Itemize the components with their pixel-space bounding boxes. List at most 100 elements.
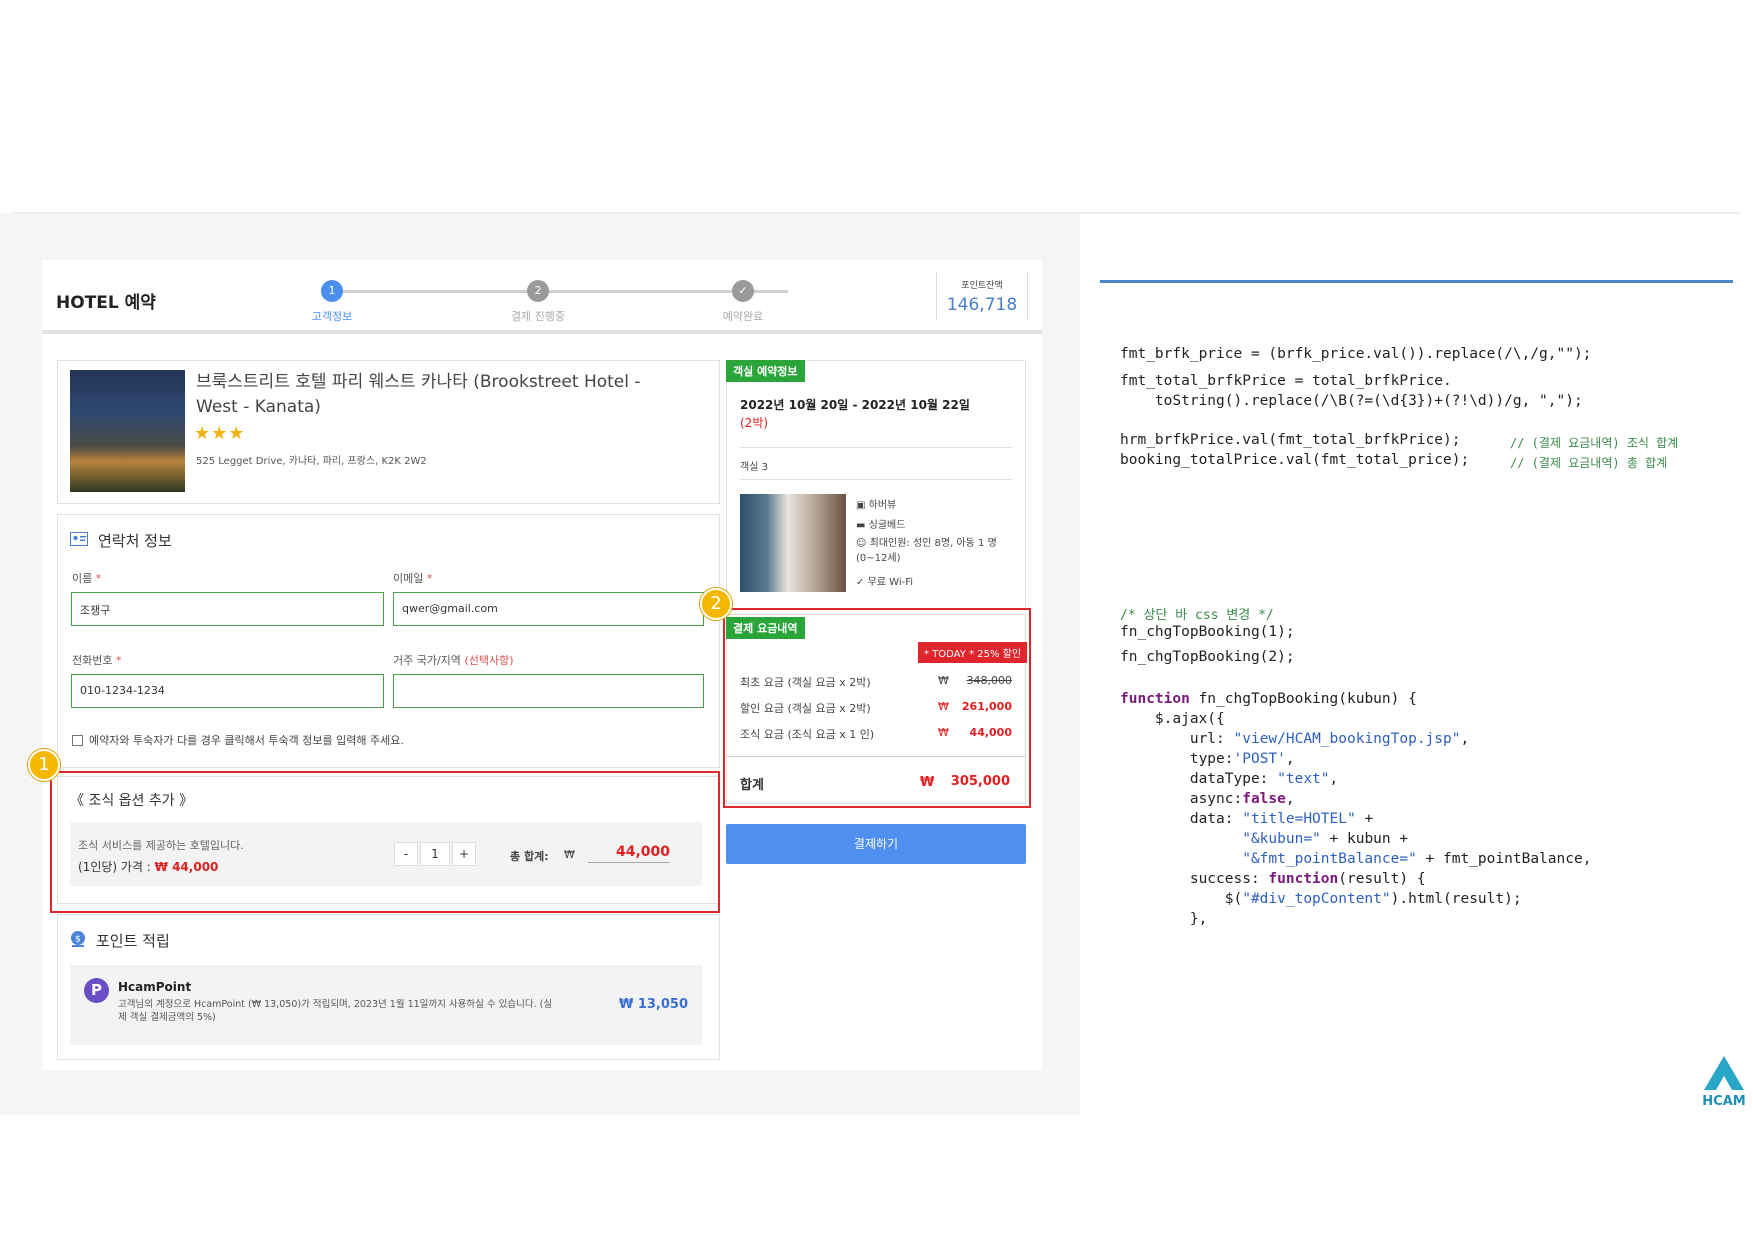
code-line-12: dataType: "text",: [1120, 771, 1339, 787]
points-earn-value: ₩ 13,050: [618, 997, 688, 1012]
room-image: [740, 494, 846, 592]
hotel-name: 브룩스트리트 호텔 파리 웨스트 카나타 (Brookstreet Hotel …: [196, 372, 641, 417]
page-title: HOTEL 예약: [56, 293, 156, 313]
code-line-2: fmt_total_brfkPrice = total_brfkPrice.: [1120, 373, 1452, 389]
check-icon: ✓: [856, 577, 865, 588]
points-balance: 포인트잔액 146,718: [936, 272, 1028, 320]
points-coin-icon: $: [71, 931, 85, 947]
annotation-badge-2: 2: [700, 588, 732, 620]
promo-badge: * TODAY * 25% 할인: [918, 642, 1028, 663]
code-line-7: fn_chgTopBooking(2);: [1120, 649, 1295, 665]
name-label: 이름 *: [72, 572, 102, 585]
points-balance-value: 146,718: [946, 295, 1018, 315]
breakfast-plus-button[interactable]: +: [452, 842, 476, 866]
country-input[interactable]: [393, 674, 704, 708]
svg-text:$: $: [75, 935, 81, 945]
breakfast-fee-label: 조식 요금 (조식 요금 x 1 인): [740, 728, 875, 741]
original-price-label: 최초 요금 (객실 요금 x 2박): [740, 676, 871, 689]
hcam-logo-text: HCAM: [1702, 1094, 1746, 1109]
hotel-address: 525 Legget Drive, 카나타, 파리, 프랑스, K2K 2W2: [196, 456, 427, 467]
breakfast-description: 조식 서비스를 제공하는 호텔입니다.: [78, 839, 244, 852]
code-line-9: $.ajax({: [1120, 711, 1225, 727]
guests-icon: ☺: [856, 538, 867, 549]
code-line-6: fn_chgTopBooking(1);: [1120, 624, 1295, 640]
hcampoint-logo-icon: P: [84, 978, 109, 1003]
room-info-tag: 객실 예약정보: [726, 360, 805, 382]
code-comment-1: // (결제 요금내역) 조식 합계: [1510, 436, 1679, 450]
payment-divider: [726, 756, 1026, 757]
total-value: 305,000: [950, 774, 1010, 789]
code-comment-3: /* 상단 바 css 변경 */: [1120, 608, 1274, 623]
step-2-label: 결제 진행중: [510, 310, 566, 323]
breakfast-price: (1인당) 가격 : ₩ 44,000: [78, 860, 219, 874]
room-label: 객실 3: [740, 462, 768, 473]
code-line-1: fmt_brfk_price = (brfk_price.val()).repl…: [1120, 346, 1592, 362]
breakfast-minus-button[interactable]: -: [394, 842, 418, 866]
discount-price-label: 할인 요금 (객실 요금 x 2박): [740, 702, 871, 715]
code-line-10: url: "view/HCAM_bookingTop.jsp",: [1120, 731, 1470, 747]
phone-label: 전화번호 *: [72, 654, 122, 667]
name-input[interactable]: 조쟁구: [71, 592, 384, 626]
room-divider-2: [740, 479, 1012, 480]
hcam-logo-icon: [1704, 1056, 1744, 1090]
code-line-3: toString().replace(/\B(?=(\d{3})+(?!\d))…: [1120, 393, 1583, 409]
code-line-11: type:'POST',: [1120, 751, 1295, 767]
total-label: 합계: [740, 778, 764, 793]
breakfast-total-currency: ₩: [564, 848, 575, 861]
different-guest-checkbox[interactable]: [72, 734, 83, 746]
pay-button[interactable]: 결제하기: [726, 824, 1026, 864]
progress-line: [332, 290, 788, 293]
code-line-8: function fn_chgTopBooking(kubun) {: [1120, 691, 1417, 707]
different-guest-row: 예약자와 투숙자가 다를 경우 클릭해서 투숙객 정보를 입력해 주세요.: [72, 732, 404, 748]
payment-details-tag: 결제 요금내역: [726, 617, 805, 639]
feature-max-guests: ☺ 최대인원: 성인 8명, 아동 1 명 (0~12세): [856, 538, 997, 564]
breakfast-fee-value: 44,000: [969, 726, 1012, 739]
feature-harbor-view: ▣ 하버뷰: [856, 500, 897, 511]
discount-price-value: 261,000: [961, 700, 1012, 713]
feature-wifi: ✓ 무료 Wi-Fi: [856, 577, 914, 588]
country-label: 거주 국가/지역 (선택사항): [393, 654, 514, 667]
hotel-star-rating: ★★★: [194, 423, 246, 444]
code-section-divider: [1100, 280, 1733, 283]
hcam-logo: HCAM: [1698, 1054, 1750, 1112]
booking-header: HOTEL 예약 1 2 ✓ 고객정보 결제 진행중 예약완료 포인트잔액 14…: [42, 262, 1042, 334]
original-price-value: 348,000: [966, 674, 1013, 687]
breakfast-total-label: 총 합계:: [510, 850, 549, 863]
phone-input[interactable]: 010-1234-1234: [71, 674, 384, 708]
code-line-16: "&fmt_pointBalance=" + fmt_pointBalance,: [1242, 851, 1592, 867]
view-icon: ▣: [856, 500, 866, 511]
feature-single-bed: ▬ 싱글베드: [856, 520, 906, 531]
step-1-dot[interactable]: 1: [321, 280, 343, 302]
different-guest-label: 예약자와 투숙자가 다를 경우 클릭해서 투숙객 정보를 입력해 주세요.: [89, 734, 404, 747]
points-description: 고객님의 계정으로 HcamPoint (₩ 13,050)가 적립되며, 20…: [118, 999, 553, 1023]
top-divider: [14, 212, 1740, 214]
code-line-15: "&kubun=" + kubun +: [1242, 831, 1409, 847]
step-3-label: 예약완료: [722, 310, 764, 323]
stay-nights: (2박): [740, 416, 769, 430]
email-label: 이메일 *: [393, 572, 433, 585]
points-title: 포인트 적립: [96, 932, 170, 950]
code-line-18: $("#div_topContent").html(result);: [1120, 891, 1522, 907]
stay-dates: 2022년 10월 20일 - 2022년 10월 22일: [740, 398, 970, 412]
breakfast-quantity-input[interactable]: 1: [420, 842, 450, 866]
annotation-badge-1: 1: [28, 749, 60, 781]
contact-title: 연락처 정보: [98, 532, 172, 550]
email-input[interactable]: qwer@gmail.com: [393, 592, 704, 626]
code-line-14: data: "title=HOTEL" +: [1120, 811, 1374, 827]
contact-card: [57, 514, 720, 768]
points-balance-label: 포인트잔액: [961, 281, 1003, 291]
step-3-check-icon[interactable]: ✓: [732, 280, 754, 302]
step-2-dot[interactable]: 2: [527, 280, 549, 302]
code-line-5: booking_totalPrice.val(fmt_total_price);: [1120, 452, 1470, 468]
room-divider: [740, 447, 1012, 448]
bed-icon: ▬: [856, 520, 866, 531]
code-line-13: async:false,: [1120, 791, 1295, 807]
code-line-4: hrm_brfkPrice.val(fmt_total_brfkPrice);: [1120, 432, 1461, 448]
contact-card-icon: [70, 532, 88, 546]
hotel-image: [70, 370, 185, 492]
breakfast-title: 《 조식 옵션 추가 》: [70, 793, 194, 809]
code-comment-2: // (결제 요금내역) 총 합계: [1510, 456, 1668, 470]
points-brand: HcamPoint: [118, 980, 192, 994]
breakfast-total-value: 44,000: [588, 844, 670, 863]
step-1-label: 고객정보: [311, 310, 353, 323]
